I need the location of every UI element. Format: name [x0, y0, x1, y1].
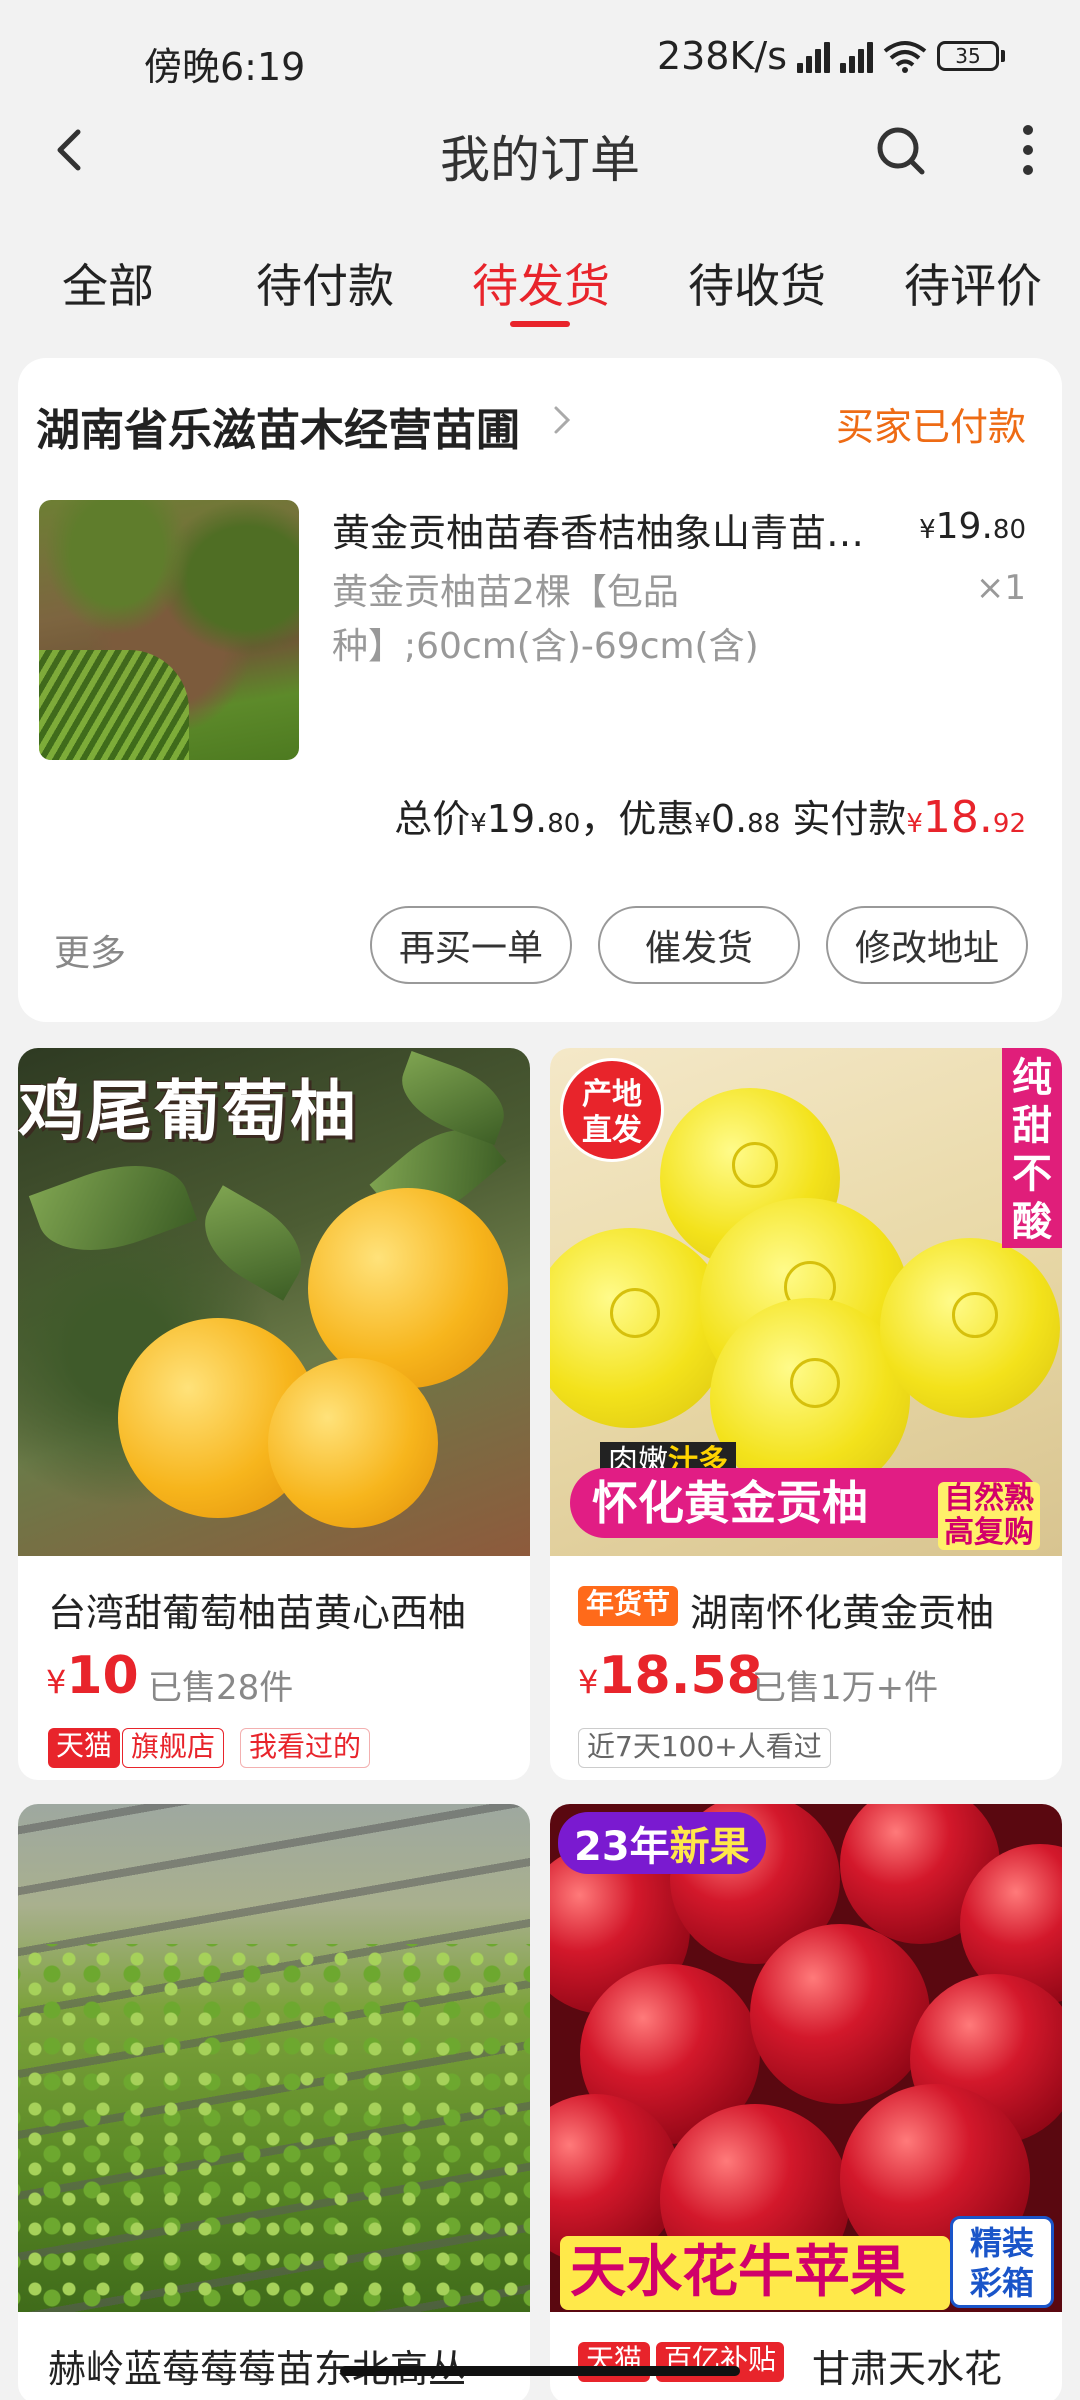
image-label: 自然熟 高复购	[938, 1482, 1040, 1550]
signal-icon	[840, 39, 873, 73]
viewed-tag: 我看过的	[240, 1728, 371, 1768]
home-indicator[interactable]	[340, 2366, 740, 2376]
product-image[interactable]: 鸡尾葡萄柚	[18, 1048, 530, 1556]
tab-pending-payment[interactable]: 待付款	[256, 250, 394, 316]
tmall-tag: 天猫	[48, 1728, 121, 1768]
tab-pending-review[interactable]: 待评价	[904, 250, 1042, 316]
new-fruit-badge: 23年新果	[558, 1812, 766, 1874]
order-status: 买家已付款	[835, 405, 1026, 449]
product-image[interactable]	[18, 1804, 530, 2312]
product-price: ¥18.58	[578, 1646, 763, 1706]
recommendation-card[interactable]: 赫岭蓝莓莓莓苗东北高丛	[18, 1804, 530, 2400]
buy-again-button[interactable]: 再买一单	[370, 906, 572, 984]
search-icon[interactable]	[870, 120, 930, 180]
recommendation-card[interactable]: 产地 直发 纯 甜 不 酸 肉嫩汁多 怀化黄金贡柚 自然熟 高复购 年货节 湖南怀化…	[550, 1048, 1062, 1780]
product-image[interactable]	[39, 500, 299, 760]
more-vertical-icon[interactable]	[1000, 120, 1060, 180]
sold-count: 已售28件	[148, 1668, 294, 1708]
status-indicators: 238K/s 35	[657, 34, 1005, 78]
product-image[interactable]: 产地 直发 纯 甜 不 酸 肉嫩汁多 怀化黄金贡柚 自然熟 高复购	[550, 1048, 1062, 1556]
image-caption: 鸡尾葡萄柚	[18, 1073, 358, 1150]
tab-all[interactable]: 全部	[62, 250, 154, 316]
order-tabs: 全部 待付款 待发货 待收货 待评价	[0, 230, 1080, 330]
product-spec: 黄金贡柚苗2棵【包品种】;60cm(含)-69cm(含)	[332, 572, 759, 667]
urge-shipment-button[interactable]: 催发货	[598, 906, 800, 984]
product-title[interactable]: 台湾甜葡萄柚苗黄心西柚	[48, 1582, 466, 1637]
image-label: 精装 彩箱	[950, 2216, 1054, 2308]
product-image[interactable]: 23年新果 天水花牛苹果 精装 彩箱	[550, 1804, 1062, 2312]
product-price: ¥10	[46, 1646, 139, 1706]
network-speed: 238K/s	[656, 34, 787, 78]
change-address-button[interactable]: 修改地址	[826, 906, 1028, 984]
chevron-right-icon[interactable]	[548, 400, 578, 440]
views-tag: 近7天100+人看过	[578, 1728, 831, 1768]
product-title[interactable]: 甘肃天水花	[812, 2338, 1002, 2393]
product-title[interactable]: 黄金贡柚苗春香桔柚象山青苗…	[332, 502, 902, 557]
product-quantity: ×1	[975, 568, 1026, 608]
product-title[interactable]: 湖南怀化黄金贡柚	[690, 1582, 994, 1637]
tab-pending-shipment[interactable]: 待发货	[472, 250, 610, 316]
image-caption: 天水花牛苹果	[560, 2236, 950, 2310]
sold-count: 已售1万+件	[752, 1668, 939, 1708]
nav-bar: 我的订单	[0, 100, 1080, 200]
side-banner: 纯 甜 不 酸	[1002, 1048, 1062, 1248]
battery-icon: 35	[937, 41, 1005, 71]
origin-badge: 产地 直发	[560, 1058, 664, 1162]
active-tab-indicator	[510, 321, 570, 327]
recommendation-card[interactable]: 23年新果 天水花牛苹果 精装 彩箱 天猫 百亿补贴 甘肃天水花	[550, 1804, 1062, 2400]
product-price: ¥19.80	[919, 506, 1026, 547]
tmall-tag: 天猫	[578, 2342, 651, 2382]
more-actions-link[interactable]: 更多	[54, 924, 126, 976]
subsidy-tag: 百亿补贴	[656, 2342, 785, 2382]
signal-icon	[797, 39, 830, 73]
flagship-tag: 旗舰店	[122, 1728, 225, 1768]
tab-pending-receipt[interactable]: 待收货	[688, 250, 826, 316]
promo-tag: 年货节	[578, 1586, 679, 1626]
shop-name[interactable]: 湖南省乐滋苗木经营苗圃	[36, 394, 520, 458]
order-card[interactable]: 湖南省乐滋苗木经营苗圃 买家已付款 黄金贡柚苗春香桔柚象山青苗… ¥19.80 …	[18, 358, 1062, 1022]
wifi-icon	[883, 41, 927, 73]
battery-level: 35	[937, 41, 999, 71]
status-time: 傍晚6:19	[144, 45, 306, 89]
recommendation-card[interactable]: 鸡尾葡萄柚 台湾甜葡萄柚苗黄心西柚 ¥10 已售28件 天猫 旗舰店 我看过的	[18, 1048, 530, 1780]
price-summary: 总价¥19.80，优惠¥0.88 实付款¥18.92	[394, 792, 1026, 843]
